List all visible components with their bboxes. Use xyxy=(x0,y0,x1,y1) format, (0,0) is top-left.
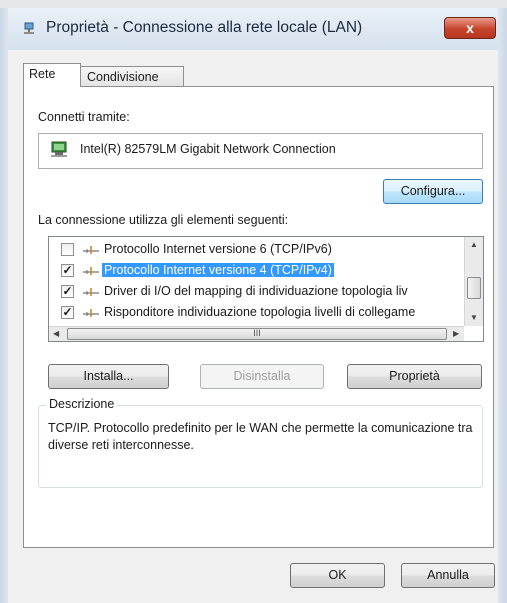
description-title: Descrizione xyxy=(46,397,118,411)
list-item[interactable]: ✓ Risponditore individuazione topologia … xyxy=(49,302,459,324)
horizontal-scrollbar[interactable]: ◀ III ▶ xyxy=(49,326,464,341)
list-item[interactable]: ✓ Driver di I/O del mapping di individua… xyxy=(49,281,459,303)
horizontal-scroll-thumb[interactable]: III xyxy=(67,328,447,340)
uninstall-button[interactable]: Disinstalla xyxy=(200,364,324,389)
properties-button[interactable]: Proprietà xyxy=(347,364,482,389)
network-adapter-icon xyxy=(51,141,67,157)
scroll-down-icon[interactable]: ▼ xyxy=(470,313,478,322)
items-label: La connessione utilizza gli elementi seg… xyxy=(38,213,289,227)
item-checkbox[interactable]: ✓ xyxy=(61,264,74,277)
close-button[interactable]: x xyxy=(444,17,496,39)
cancel-button[interactable]: Annulla xyxy=(401,563,495,588)
components-list[interactable]: Protocollo Internet versione 6 (TCP/IPv6… xyxy=(48,236,484,342)
scroll-right-icon[interactable]: ▶ xyxy=(453,329,459,338)
window-frame-right xyxy=(498,8,507,603)
list-item[interactable]: Protocollo Internet versione 6 (TCP/IPv6… xyxy=(49,239,459,261)
protocol-icon xyxy=(83,246,99,254)
item-label: Protocollo Internet versione 6 (TCP/IPv6… xyxy=(104,242,332,256)
install-button[interactable]: Installa... xyxy=(48,364,169,389)
item-checkbox[interactable]: ✓ xyxy=(61,306,74,319)
description-text: TCP/IP. Protocollo predefinito per le WA… xyxy=(48,421,473,452)
vertical-scroll-thumb[interactable] xyxy=(467,277,481,299)
item-label: Protocollo Internet versione 4 (TCP/IPv4… xyxy=(102,263,334,277)
tab-condivisione[interactable]: Condivisione xyxy=(81,66,184,88)
tab-label: Rete xyxy=(29,67,56,81)
protocol-icon xyxy=(83,309,99,317)
item-label: Risponditore individuazione topologia li… xyxy=(104,305,416,319)
connect-via-label: Connetti tramite: xyxy=(38,110,130,124)
item-label: Driver di I/O del mapping di individuazi… xyxy=(104,284,408,298)
desktop-background xyxy=(0,0,507,8)
title-bar[interactable]: Proprietà - Connessione alla rete locale… xyxy=(8,8,498,50)
network-properties-icon xyxy=(24,22,34,34)
item-checkbox[interactable] xyxy=(61,243,74,256)
tab-label: Condivisione xyxy=(87,70,159,84)
scroll-up-icon[interactable]: ▲ xyxy=(470,240,478,249)
window-frame-left xyxy=(0,8,8,603)
ok-button[interactable]: OK xyxy=(290,563,385,588)
scroll-left-icon[interactable]: ◀ xyxy=(53,329,59,338)
vertical-scrollbar[interactable]: ▲ ▼ xyxy=(464,237,483,326)
window-title: Proprietà - Connessione alla rete locale… xyxy=(46,19,363,36)
protocol-icon xyxy=(83,267,99,275)
configure-button[interactable]: Configura... xyxy=(383,179,483,204)
list-item[interactable]: ✓ Protocollo Internet versione 4 (TCP/IP… xyxy=(49,260,459,282)
tab-rete[interactable]: Rete xyxy=(23,63,81,87)
adapter-name: Intel(R) 82579LM Gigabit Network Connect… xyxy=(80,142,336,156)
protocol-icon xyxy=(83,288,99,296)
item-checkbox[interactable]: ✓ xyxy=(61,285,74,298)
